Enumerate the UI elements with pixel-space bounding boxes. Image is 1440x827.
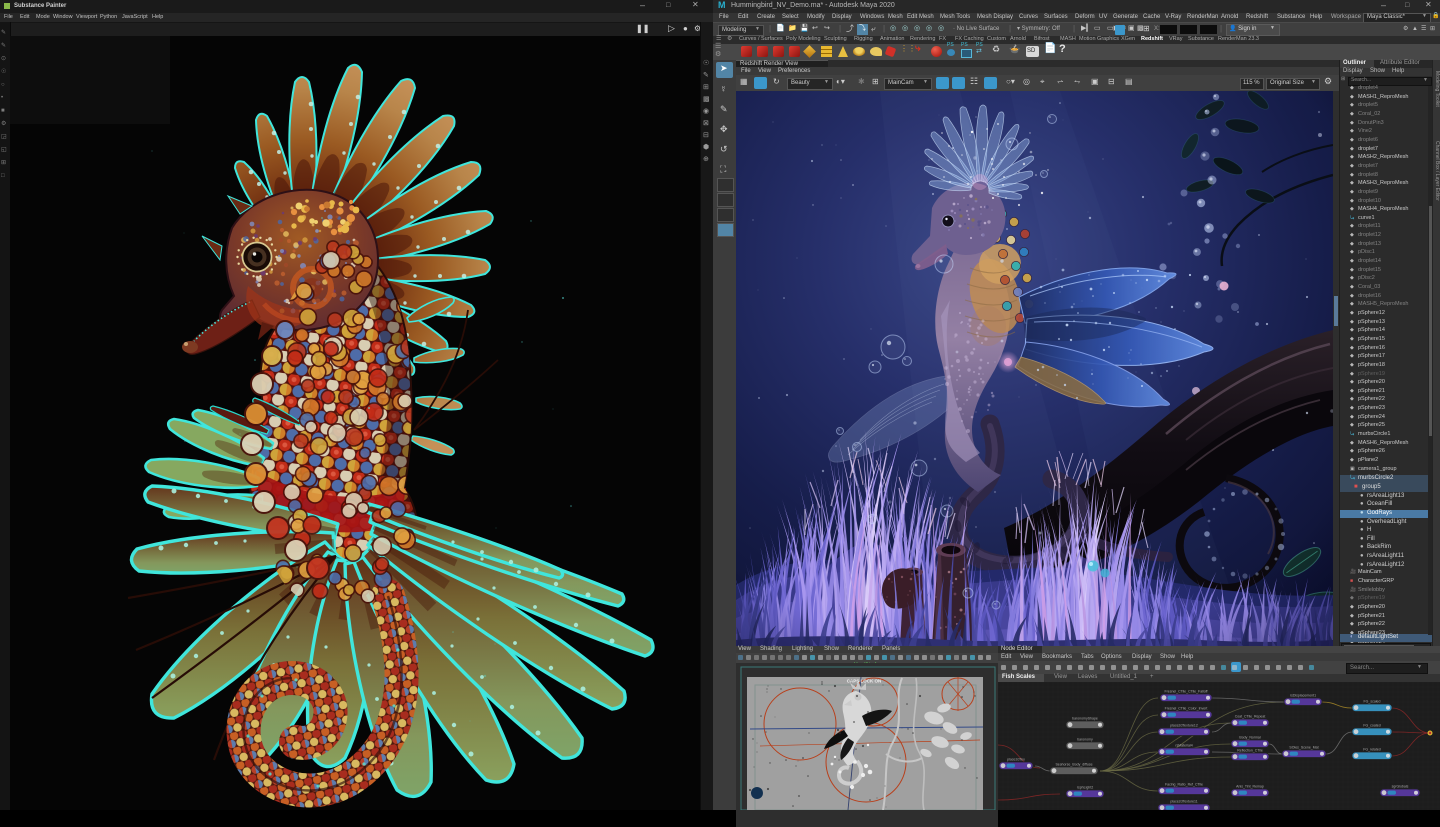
svg-text:rsMaterial4: rsMaterial4 xyxy=(1175,744,1192,748)
svg-text:place2dTexture12: place2dTexture12 xyxy=(1170,724,1198,728)
svg-text:sgrGlobals: sgrGlobals xyxy=(1392,785,1409,789)
svg-text:Body_Normal: Body_Normal xyxy=(1239,736,1260,740)
svg-text:place2dTexture11: place2dTexture11 xyxy=(1170,800,1197,804)
svg-text:Seahorse_Body_diffuse: Seahorse_Body_diffuse xyxy=(1055,763,1092,767)
svg-text:SOles_Scene_Mat: SOles_Scene_Mat xyxy=(1289,746,1318,750)
svg-text:Coat_CTile_Repeat: Coat_CTile_Repeat xyxy=(1235,715,1266,719)
svg-text:rsDisplacement1: rsDisplacement1 xyxy=(1290,694,1316,698)
svg-text:Reflection_CTile: Reflection_CTile xyxy=(1237,749,1263,753)
svg-text:Fresnel_CTile_CTile_Falloff: Fresnel_CTile_CTile_Falloff xyxy=(1164,690,1207,694)
svg-text:baronomy: baronomy xyxy=(1077,738,1093,742)
svg-text:Fresnel_CTile_Color_Invert: Fresnel_CTile_Color_Invert xyxy=(1165,707,1208,711)
svg-text:place2dTex: place2dTex xyxy=(1007,758,1025,762)
svg-text:Facing_Ratio_Ref_CTile: Facing_Ratio_Ref_CTile xyxy=(1165,783,1203,787)
svg-text:rsphLight2: rsphLight2 xyxy=(1077,786,1093,790)
svg-text:Anis_Tint_Remap: Anis_Tint_Remap xyxy=(1236,785,1264,789)
svg-text:FG_coated: FG_coated xyxy=(1363,724,1380,728)
svg-text:FG_related: FG_related xyxy=(1363,748,1381,752)
svg-text:FG_scaled: FG_scaled xyxy=(1364,700,1381,704)
svg-text:CAPS LOCK ON: CAPS LOCK ON xyxy=(847,679,882,684)
svg-text:baronomyShape: baronomyShape xyxy=(1072,717,1098,721)
